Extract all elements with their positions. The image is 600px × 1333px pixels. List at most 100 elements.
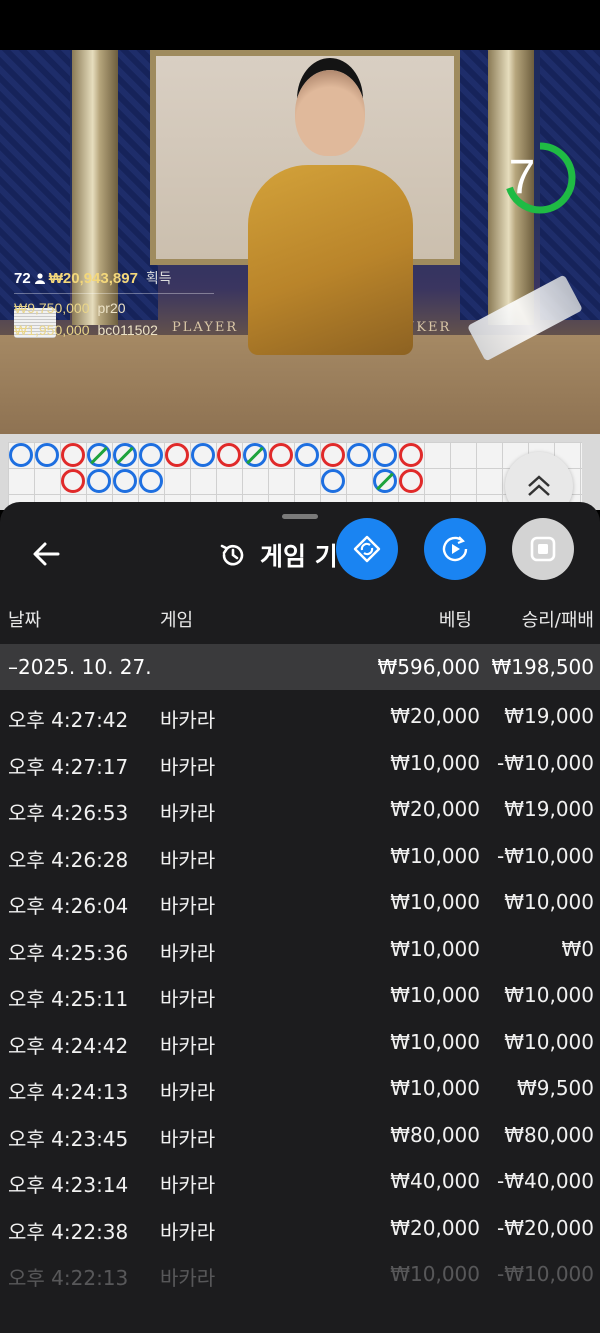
row-time: 오후 4:22:13 bbox=[8, 1266, 129, 1290]
row-result: ₩9,500 bbox=[516, 1076, 594, 1100]
history-row[interactable]: 오후 4:26:28 바카라 ₩10,000 -₩10,000 bbox=[0, 832, 600, 879]
row-result: -₩40,000 bbox=[497, 1169, 594, 1193]
tie-mark bbox=[246, 446, 264, 465]
total-won: ₩20,943,897 bbox=[48, 269, 138, 287]
column-result[interactable]: 승리/패배 bbox=[522, 606, 594, 632]
history-row[interactable]: 오후 4:22:13 바카라 ₩10,000 -₩10,000 bbox=[0, 1250, 600, 1297]
row-game: 바카라 bbox=[160, 754, 216, 779]
sheet-grabber[interactable] bbox=[282, 514, 318, 519]
countdown-timer: 7 bbox=[500, 122, 576, 234]
date-total-result: ₩198,500 bbox=[491, 655, 594, 679]
history-row[interactable]: 오후 4:24:13 바카라 ₩10,000 ₩9,500 bbox=[0, 1064, 600, 1111]
banker-bead bbox=[399, 443, 423, 467]
dealer bbox=[240, 70, 420, 370]
row-bet: ₩10,000 bbox=[390, 1029, 480, 1054]
history-row[interactable]: 오후 4:24:42 바카라 ₩10,000 ₩10,000 bbox=[0, 1018, 600, 1065]
history-row[interactable]: 오후 4:26:53 바카라 ₩20,000 ₩19,000 bbox=[0, 785, 600, 832]
banker-bead bbox=[165, 443, 189, 467]
person-icon bbox=[34, 272, 45, 284]
row-game: 바카라 bbox=[160, 708, 216, 732]
player-bead bbox=[373, 469, 397, 493]
row-bet: ₩10,000 bbox=[390, 1076, 480, 1100]
history-row[interactable]: 오후 4:25:11 바카라 ₩10,000 ₩10,000 bbox=[0, 971, 600, 1018]
row-time: 오후 4:25:36 bbox=[8, 940, 129, 965]
tie-mark bbox=[376, 472, 394, 491]
winner-user: pr20 bbox=[97, 300, 126, 316]
top-winner-row: ₩9,750,000 pr20 bbox=[14, 300, 214, 316]
player-bead bbox=[373, 443, 397, 467]
won-label: 획득 bbox=[145, 270, 172, 286]
game-history-sheet: 게임 기록 날짜 게임 베팅 승리/패배 –2025. 10. 27. ₩596… bbox=[0, 502, 600, 1333]
player-bead bbox=[139, 443, 163, 467]
sync-icon bbox=[353, 535, 381, 563]
double-chevron-up-icon bbox=[528, 475, 550, 496]
row-bet: ₩10,000 bbox=[390, 936, 480, 961]
row-result: ₩0 bbox=[561, 936, 595, 961]
row-time: 오후 4:24:42 bbox=[8, 1033, 129, 1058]
row-result: ₩19,000 bbox=[504, 797, 594, 821]
banker-bead bbox=[269, 443, 293, 467]
row-bet: ₩10,000 bbox=[390, 750, 480, 775]
row-game: 바카라 bbox=[160, 801, 216, 825]
row-game: 바카라 bbox=[160, 987, 216, 1011]
row-game: 바카라 bbox=[160, 1266, 216, 1290]
stop-button[interactable] bbox=[512, 518, 574, 580]
sync-bet-button[interactable] bbox=[336, 518, 398, 580]
history-row[interactable]: 오후 4:25:36 바카라 ₩10,000 ₩0 bbox=[0, 925, 600, 972]
player-bead bbox=[35, 443, 59, 467]
row-game: 바카라 bbox=[160, 1126, 216, 1151]
row-result: -₩10,000 bbox=[497, 1262, 594, 1286]
row-time: 오후 4:25:11 bbox=[8, 987, 129, 1011]
history-row[interactable]: 오후 4:27:42 바카라 ₩20,000 ₩19,000 bbox=[0, 692, 600, 739]
date-group-row[interactable]: –2025. 10. 27. ₩596,000 ₩198,500 bbox=[0, 644, 600, 690]
banker-bead bbox=[61, 469, 85, 493]
row-bet: ₩10,000 bbox=[390, 890, 480, 914]
history-list: 오후 4:27:42 바카라 ₩20,000 ₩19,000 오후 4:27:17 바카라… bbox=[0, 692, 600, 1297]
history-row[interactable]: 오후 4:23:45 바카라 ₩80,000 ₩80,000 bbox=[0, 1111, 600, 1158]
history-row[interactable]: 오후 4:27:17 바카라 ₩10,000 -₩10,000 bbox=[0, 739, 600, 786]
row-result: -₩10,000 bbox=[497, 843, 594, 868]
timer-value: 7 bbox=[508, 151, 536, 204]
column-game[interactable]: 게임 bbox=[160, 606, 193, 632]
banker-bead bbox=[321, 443, 345, 467]
row-time: 오후 4:26:53 bbox=[8, 801, 129, 825]
row-result: -₩10,000 bbox=[497, 750, 594, 775]
winner-amount: ₩1,950,000 bbox=[14, 322, 90, 338]
row-game: 바카라 bbox=[160, 847, 216, 872]
autoplay-icon bbox=[442, 536, 468, 562]
arrow-left-icon bbox=[33, 542, 60, 566]
divider bbox=[14, 293, 214, 294]
history-row[interactable]: 오후 4:23:14 바카라 ₩40,000 -₩40,000 bbox=[0, 1157, 600, 1204]
autoplay-button[interactable] bbox=[424, 518, 486, 580]
row-bet: ₩80,000 bbox=[390, 1122, 480, 1147]
player-bead bbox=[139, 469, 163, 493]
player-bead bbox=[295, 443, 319, 467]
row-result: ₩19,000 bbox=[504, 704, 594, 728]
row-time: 오후 4:23:14 bbox=[8, 1173, 129, 1197]
player-bead bbox=[191, 443, 215, 467]
player-bead bbox=[87, 469, 111, 493]
history-row[interactable]: 오후 4:26:04 바카라 ₩10,000 ₩10,000 bbox=[0, 878, 600, 925]
column-bet[interactable]: 베팅 bbox=[439, 606, 472, 632]
player-bead bbox=[87, 443, 111, 467]
row-time: 오후 4:27:17 bbox=[8, 754, 129, 779]
top-winner-row: ₩1,950,000 bc011502 bbox=[14, 322, 214, 338]
bet-summary-header: 72 ₩20,943,897 획득 bbox=[14, 268, 214, 288]
history-row[interactable]: 오후 4:22:38 바카라 ₩20,000 -₩20,000 bbox=[0, 1204, 600, 1251]
row-bet: ₩40,000 bbox=[390, 1169, 480, 1193]
row-time: 오후 4:26:28 bbox=[8, 847, 129, 872]
player-bead bbox=[113, 469, 137, 493]
row-game: 바카라 bbox=[160, 1080, 216, 1104]
date-label: –2025. 10. 27. bbox=[8, 655, 152, 679]
row-game: 바카라 bbox=[160, 1173, 216, 1197]
winner-amount: ₩9,750,000 bbox=[14, 300, 90, 316]
back-button[interactable] bbox=[28, 536, 64, 572]
dealer-body bbox=[248, 165, 413, 355]
live-video: PLAYER BANKER 7 72 ₩20,943,897 획득 ₩9,750… bbox=[0, 50, 600, 434]
column-date[interactable]: 날짜 bbox=[8, 606, 41, 632]
winner-user: bc011502 bbox=[97, 322, 158, 338]
banker-bead bbox=[399, 469, 423, 493]
row-game: 바카라 bbox=[160, 940, 216, 965]
row-time: 오후 4:23:45 bbox=[8, 1126, 129, 1151]
row-result: ₩80,000 bbox=[504, 1122, 594, 1147]
